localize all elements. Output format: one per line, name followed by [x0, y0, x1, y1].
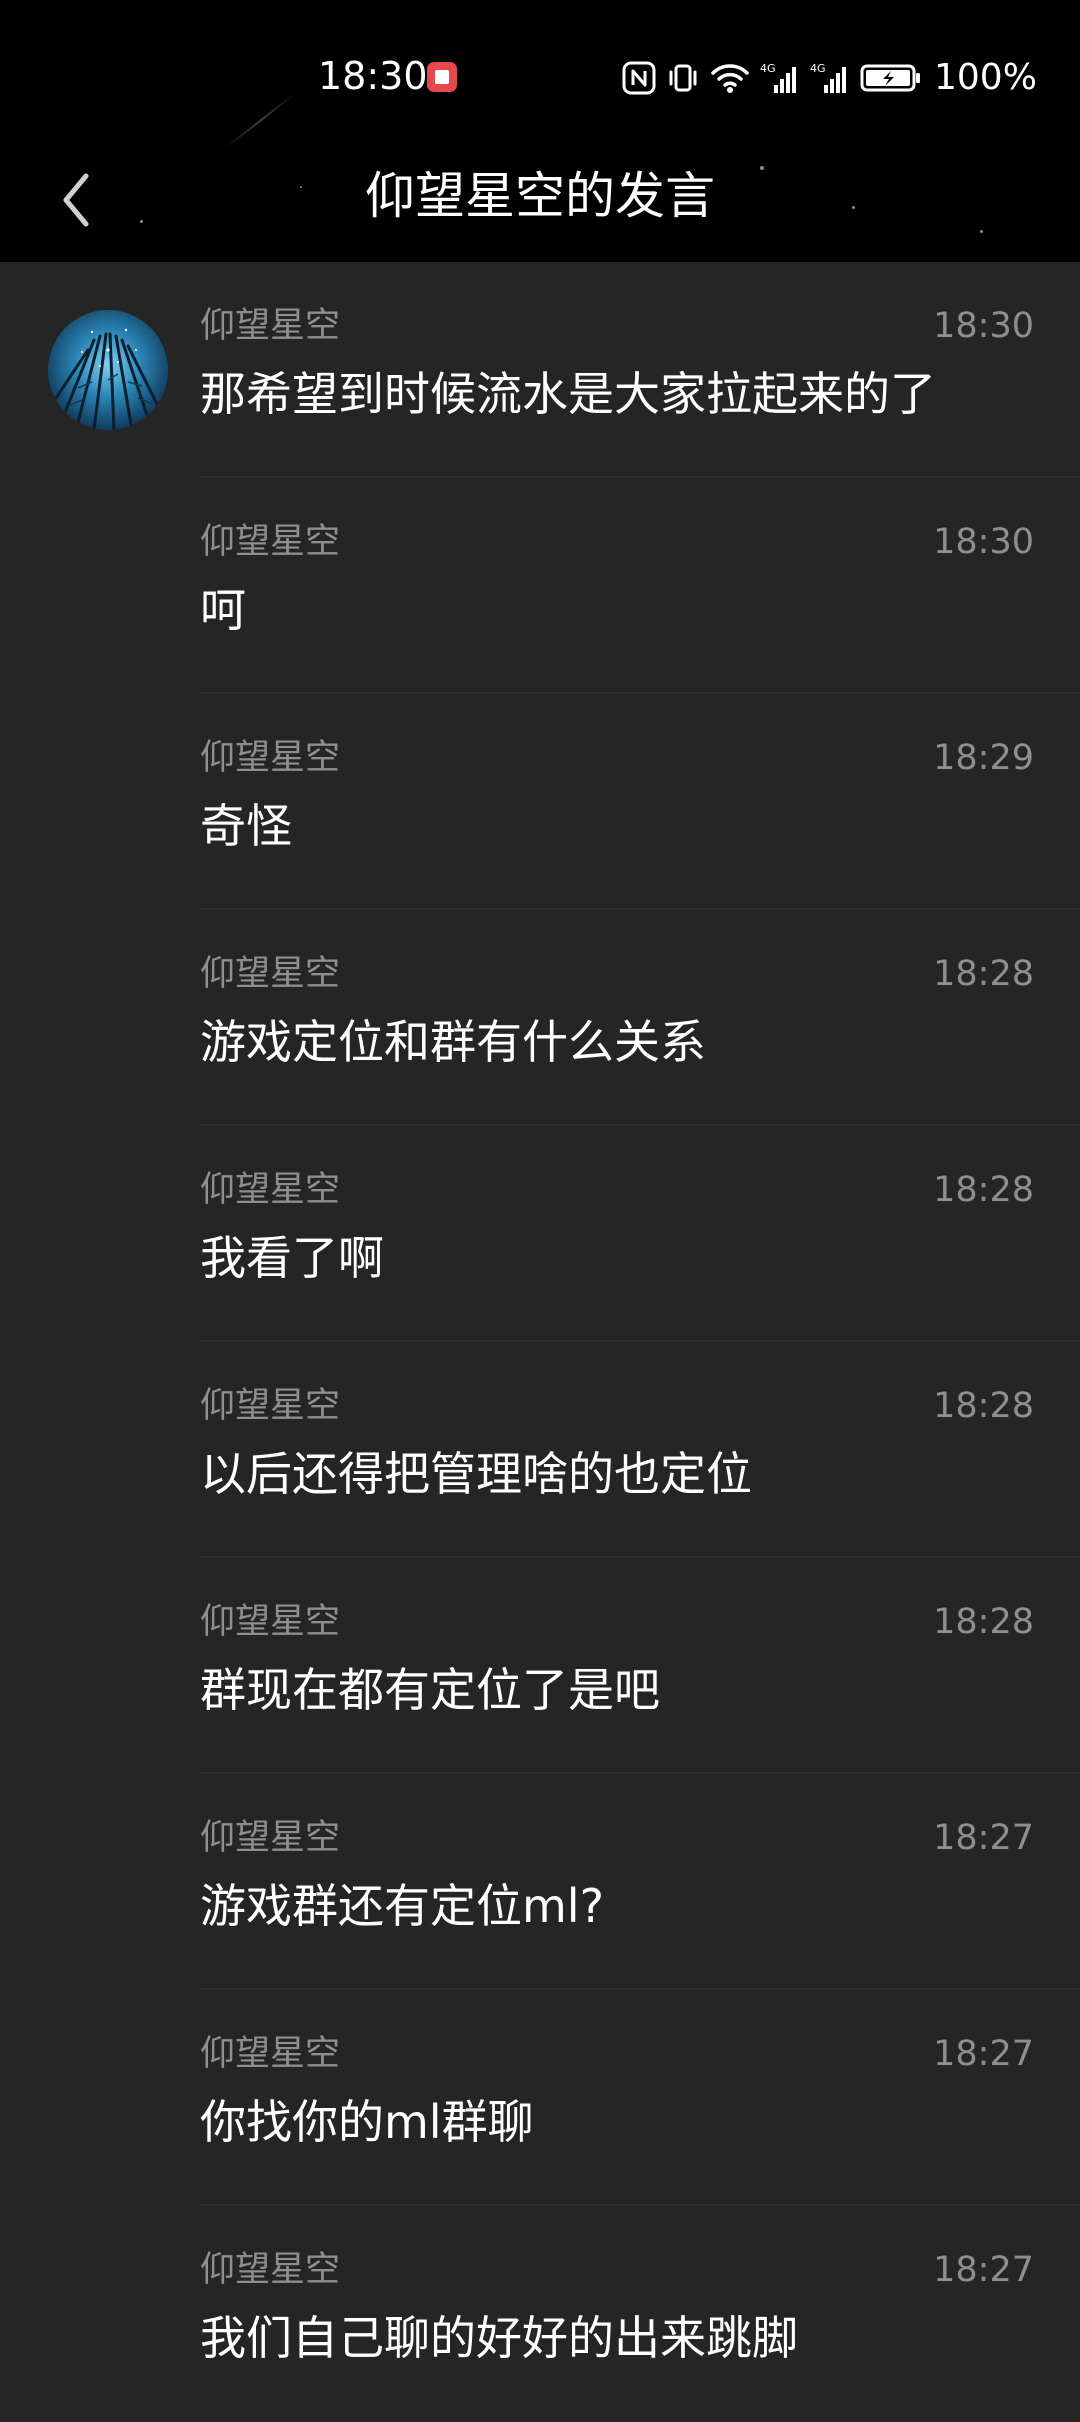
wifi-icon: [710, 61, 750, 95]
signal-4g-icon: 4G: [760, 61, 800, 95]
page-title: 仰望星空的发言: [365, 167, 715, 225]
message-sender: 仰望星空: [200, 2034, 341, 2074]
message-text: 那希望到时候流水是大家拉起来的了: [200, 367, 936, 421]
list-item[interactable]: 仰望星空 18:28 群现在都有定位了是吧: [0, 1558, 1080, 1774]
list-item[interactable]: 仰望星空 18:27 我们自己聊的好好的出来跳脚: [0, 2206, 1080, 2422]
app-notification-icon: [427, 62, 457, 92]
message-list[interactable]: 仰望星空 18:30 那希望到时候流水是大家拉起来的了 仰望星空 18:30 呵…: [0, 262, 1080, 2422]
message-sender: 仰望星空: [200, 1386, 341, 1426]
message-sender: 仰望星空: [200, 306, 341, 346]
message-time: 18:27: [933, 1818, 1034, 1858]
message-time: 18:27: [933, 2034, 1034, 2074]
list-item[interactable]: 仰望星空 18:30 呵: [0, 478, 1080, 694]
svg-text:4G: 4G: [810, 62, 826, 75]
message-time: 18:27: [933, 2250, 1034, 2290]
message-text: 游戏群还有定位ml?: [200, 1879, 605, 1933]
message-text: 我们自己聊的好好的出来跳脚: [200, 2311, 798, 2365]
message-sender: 仰望星空: [200, 522, 341, 562]
avatar[interactable]: [48, 310, 168, 430]
list-item[interactable]: 仰望星空 18:28 我看了啊: [0, 1126, 1080, 1342]
message-text: 以后还得把管理啥的也定位: [200, 1447, 752, 1501]
message-text: 奇怪: [200, 799, 292, 853]
list-item[interactable]: 仰望星空 18:27 你找你的ml群聊: [0, 1990, 1080, 2206]
list-item[interactable]: 仰望星空 18:27 游戏群还有定位ml?: [0, 1774, 1080, 1990]
message-time: 18:30: [933, 306, 1034, 346]
message-time: 18:30: [933, 522, 1034, 562]
message-sender: 仰望星空: [200, 1818, 341, 1858]
message-text: 呵: [200, 583, 246, 637]
message-sender: 仰望星空: [200, 954, 341, 994]
list-item[interactable]: 仰望星空 18:28 游戏定位和群有什么关系: [0, 910, 1080, 1126]
header: 仰望星空的发言: [0, 150, 1080, 262]
svg-text:4G: 4G: [760, 62, 776, 75]
message-text: 游戏定位和群有什么关系: [200, 1015, 706, 1069]
message-time: 18:29: [933, 738, 1034, 778]
list-item[interactable]: 仰望星空 18:28 以后还得把管理啥的也定位: [0, 1342, 1080, 1558]
message-text: 群现在都有定位了是吧: [200, 1663, 660, 1717]
vibrate-icon: [666, 61, 700, 95]
top-bar: 18:30 4G 4G 100% 仰望星空的发言: [0, 0, 1080, 262]
message-time: 18:28: [933, 954, 1034, 994]
message-sender: 仰望星空: [200, 1602, 341, 1642]
message-sender: 仰望星空: [200, 2250, 341, 2290]
status-icons: 4G 4G 100%: [622, 56, 1037, 100]
status-time: 18:30: [318, 54, 428, 98]
battery-percent: 100%: [934, 57, 1037, 98]
list-item[interactable]: 仰望星空 18:30 那希望到时候流水是大家拉起来的了: [0, 262, 1080, 478]
message-text: 你找你的ml群聊: [200, 2095, 534, 2149]
nfc-icon: [622, 61, 656, 95]
list-item[interactable]: 仰望星空 18:29 奇怪: [0, 694, 1080, 910]
status-bar: 18:30 4G 4G 100%: [0, 0, 1080, 150]
message-time: 18:28: [933, 1386, 1034, 1426]
message-time: 18:28: [933, 1602, 1034, 1642]
battery-charging-icon: [860, 61, 922, 95]
message-sender: 仰望星空: [200, 1170, 341, 1210]
message-text: 我看了啊: [200, 1231, 384, 1285]
signal-4g-icon: 4G: [810, 61, 850, 95]
message-sender: 仰望星空: [200, 738, 341, 778]
message-time: 18:28: [933, 1170, 1034, 1210]
